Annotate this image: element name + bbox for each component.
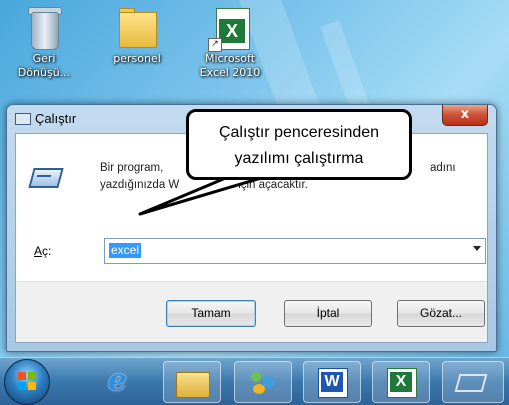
excel-icon: X ↗ [208,4,252,52]
taskbar-run[interactable] [442,361,504,403]
description-tail-1: adını [430,162,456,174]
taskbar-explorer[interactable] [163,361,221,403]
open-input-value[interactable]: excel [109,243,142,258]
run-icon [15,113,31,125]
run-icon [454,374,488,392]
browse-button[interactable]: Gözat... [397,300,485,327]
open-label: Aç: [34,244,52,258]
recycle-bin-icon [22,4,66,52]
cancel-button[interactable]: İptal [284,300,372,327]
internet-explorer-icon: e [108,363,128,398]
shortcut-arrow-icon: ↗ [208,38,222,52]
desktop-icon-excel[interactable]: X ↗ Microsoft Excel 2010 [195,4,265,80]
callout-line-1: Çalıştır penceresinden [218,124,380,141]
desktop-icon-personel-folder[interactable]: personel [102,4,172,66]
taskbar: e W X [0,357,509,405]
desktop-icon-label: Microsoft [204,52,256,65]
taskbar-word[interactable]: W [303,361,361,403]
desktop-icon-label: Geri [32,52,56,65]
folder-icon [115,4,159,52]
window-title: Çalıştır [35,111,77,126]
desktop-icon-label: Dönüşü... [17,66,71,79]
button-bar: Tamam İptal Gözat... [16,281,487,342]
people-icon [251,370,277,396]
desktop-icon-label: personel [113,52,161,65]
excel-icon: X [387,368,417,398]
callout-line-2: yazılımı çalıştırma [234,150,364,167]
dropdown-arrow-icon[interactable] [473,246,481,251]
taskbar-excel[interactable]: X [372,361,430,403]
desktop-icon-label: Excel 2010 [199,66,261,79]
close-button[interactable]: x [442,105,488,126]
folder-icon [176,372,210,398]
taskbar-people[interactable] [234,361,292,403]
open-combobox[interactable]: excel [104,238,486,264]
start-orb-icon[interactable] [4,359,50,405]
ok-button[interactable]: Tamam [166,300,256,327]
desktop-icon-recycle-bin[interactable]: Geri Dönüşü... [9,4,79,80]
taskbar-internet-explorer[interactable]: e [94,361,150,401]
run-icon [28,168,64,188]
word-icon: W [318,368,348,398]
callout-annotation: Çalıştır penceresinden yazılımı çalıştır… [186,109,412,180]
windows-flag-icon [18,372,36,390]
